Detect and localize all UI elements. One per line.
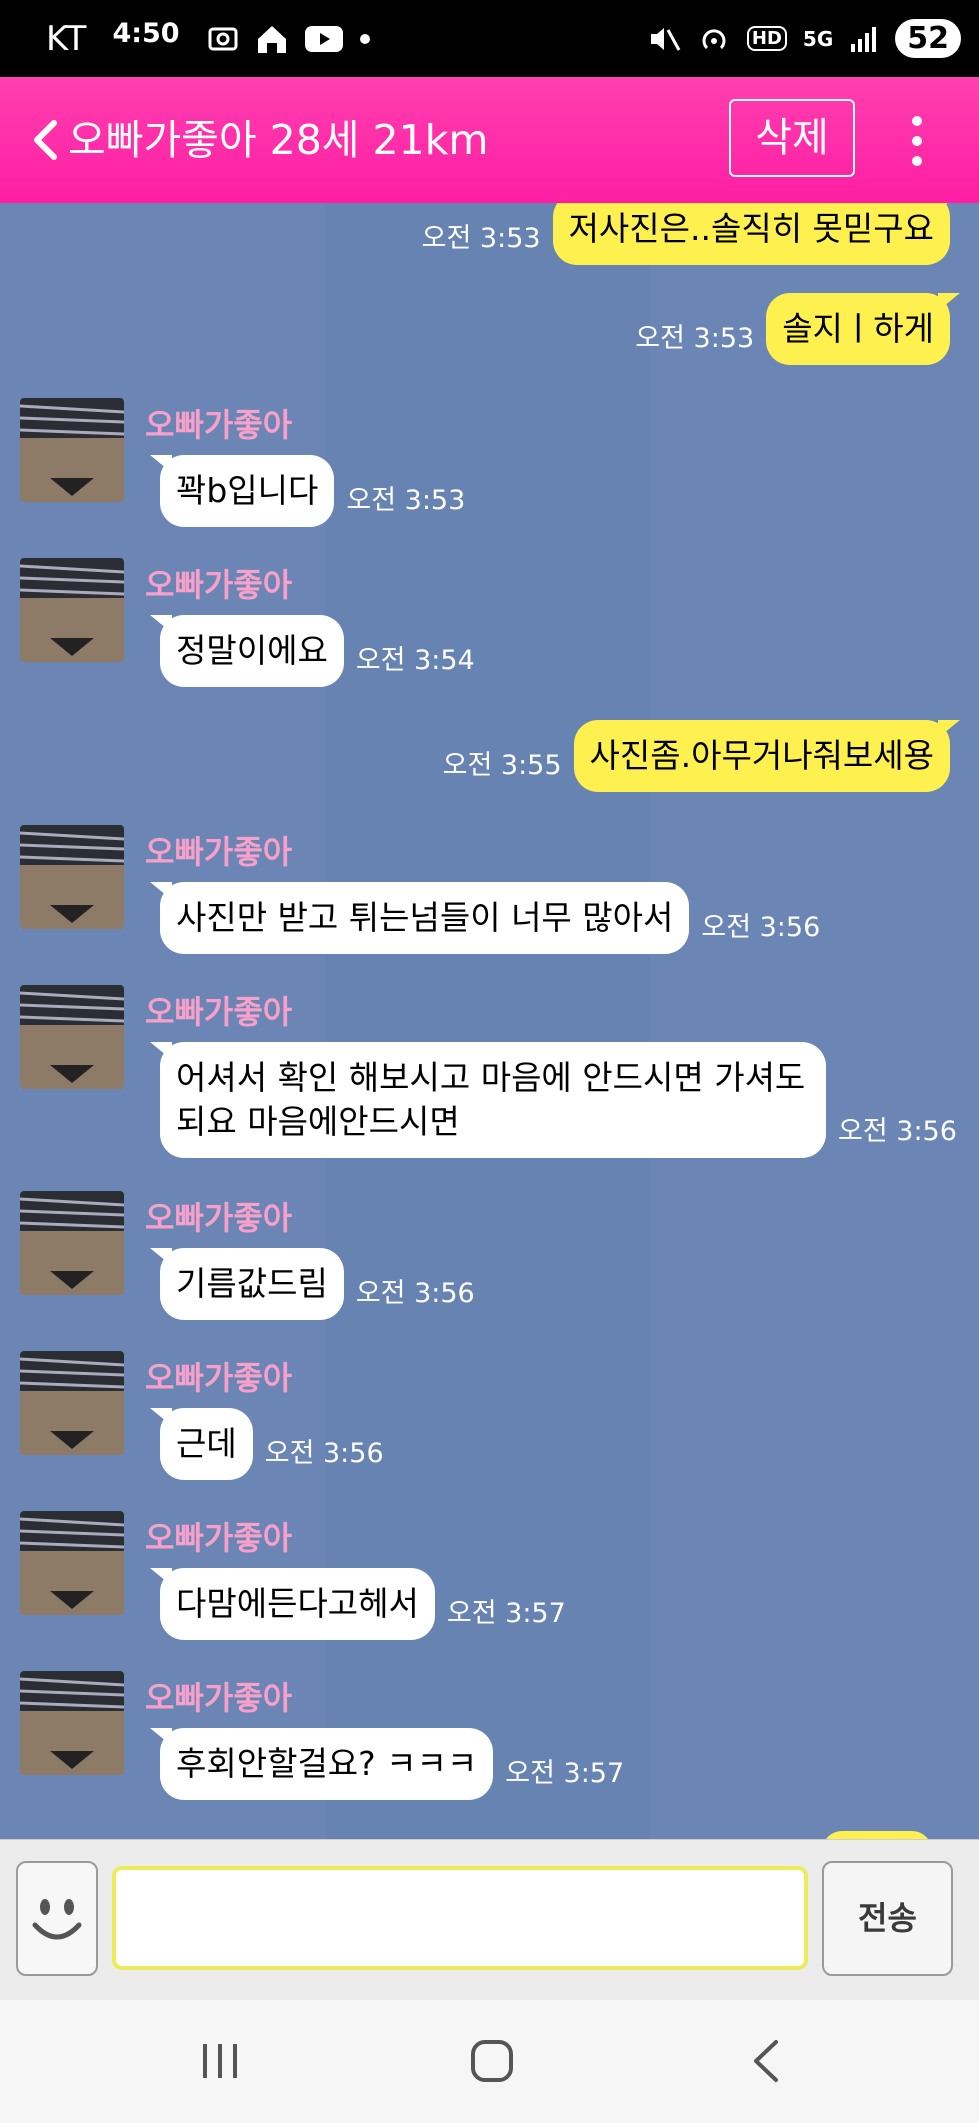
message-row: 꽉b입니다 오전 3:53	[149, 455, 477, 527]
status-time: 4:50	[112, 18, 180, 49]
message-row: 오전 3:53 솔지ㅣ하게	[623, 293, 960, 365]
avatar[interactable]	[20, 985, 124, 1089]
my-message-bubble[interactable]: 솔지ㅣ하게	[766, 293, 960, 365]
their-message-bubble[interactable]: 어셔서 확인 해보시고 마음에 안드시면 가셔도 되요 마음에안드시면	[150, 1042, 826, 1158]
their-message-bubble[interactable]: 꽉b입니다	[149, 455, 335, 527]
more-vertical-icon[interactable]	[902, 109, 932, 173]
my-message-bubble[interactable]: 사진좀.아무거나줘보세용	[573, 720, 961, 792]
message-row: 근데 오전 3:56	[150, 1408, 396, 1480]
battery-icon: 52	[895, 19, 961, 58]
sender-name: 오빠가좋아	[145, 406, 293, 444]
network-label: 5G	[802, 26, 834, 51]
their-message-bubble[interactable]: 후회안할걸요? ㅋㅋㅋ	[149, 1728, 494, 1800]
sender-name: 오빠가좋아	[145, 993, 293, 1031]
recent-apps-icon[interactable]	[195, 2036, 245, 2086]
message-row: 정말이에요 오전 3:54	[150, 615, 487, 687]
avatar[interactable]	[20, 1351, 124, 1455]
5g-icon: 5G	[803, 27, 833, 51]
smiley-icon	[27, 1893, 87, 1953]
delete-button[interactable]: 삭제	[729, 99, 855, 177]
sender-name: 오빠가좋아	[145, 1519, 293, 1557]
back-icon[interactable]	[742, 2036, 792, 2086]
message-input[interactable]	[112, 1866, 808, 1970]
message-time: 오전 3:57	[505, 1758, 625, 1789]
message-time: 오전 3:54	[355, 645, 475, 676]
message-row: 사진만 받고 튀는넘들이 너무 많아서 오전 3:56	[149, 882, 832, 954]
carrier-label: KT	[46, 18, 87, 59]
avatar[interactable]	[20, 1511, 124, 1615]
hd-icon: HD	[746, 26, 787, 51]
battery-level: 52	[907, 21, 949, 56]
avatar[interactable]	[20, 825, 124, 929]
message-row: 기름값드림 오전 3:56	[150, 1248, 487, 1320]
message-time: 오전 3:53	[346, 485, 466, 516]
my-message-bubble[interactable]: 저사진은..솔직히 못믿구요	[552, 203, 961, 265]
avatar[interactable]	[20, 398, 124, 502]
input-bar: 전송	[0, 1839, 979, 2001]
message-time: 오전 3:53	[635, 323, 755, 354]
back-chevron-icon[interactable]	[22, 115, 72, 165]
message-row: 오전 3:55 사진좀.아무거나줘보세용	[431, 720, 961, 792]
message-time: 오전 3:55	[442, 750, 562, 781]
sender-name: 오빠가좋아	[145, 1679, 293, 1717]
their-message-bubble[interactable]: 다맘에든다고헤서	[150, 1568, 435, 1640]
hd-label: HD	[751, 28, 782, 49]
sender-name: 오빠가좋아	[145, 1199, 293, 1237]
sender-name: 오빠가좋아	[145, 833, 293, 871]
my-message-bubble-partial	[822, 1831, 932, 1839]
their-message-bubble[interactable]: 정말이에요	[150, 615, 344, 687]
message-row: 어셔서 확인 해보시고 마음에 안드시면 가셔도 되요 마음에안드시면 오전 3…	[150, 1042, 970, 1158]
navigation-bar	[0, 2000, 979, 2123]
send-button[interactable]: 전송	[822, 1861, 953, 1976]
their-message-bubble[interactable]: 근데	[150, 1408, 253, 1480]
message-time: 오전 3:56	[838, 1116, 957, 1147]
sender-name: 오빠가좋아	[145, 566, 293, 604]
message-time: 오전 3:57	[446, 1598, 566, 1629]
hotspot-icon	[697, 22, 731, 56]
their-message-bubble[interactable]: 기름값드림	[150, 1248, 344, 1320]
message-row: 후회안할걸요? ㅋㅋㅋ 오전 3:57	[149, 1728, 636, 1800]
avatar[interactable]	[20, 1191, 124, 1295]
avatar[interactable]	[20, 558, 124, 662]
message-time: 오전 3:53	[421, 223, 541, 254]
mute-icon	[647, 22, 681, 56]
home-icon	[254, 21, 290, 57]
their-message-bubble[interactable]: 사진만 받고 튀는넘들이 너무 많아서	[149, 882, 690, 954]
message-row: 다맘에든다고헤서 오전 3:57	[150, 1568, 578, 1640]
chat-area[interactable]: 오전 3:53 저사진은..솔직히 못믿구요 오전 3:53 솔지ㅣ하게 오빠가…	[0, 203, 979, 1839]
screenshot-icon	[206, 22, 240, 56]
message-row: 오전 3:53 저사진은..솔직히 못믿구요	[410, 203, 961, 265]
message-time: 오전 3:56	[701, 912, 821, 943]
status-bar: KT 4:50 HD 5G 52	[0, 0, 979, 77]
chat-header: 오빠가좋아 28세 21km 삭제	[0, 77, 979, 203]
avatar[interactable]	[20, 1671, 124, 1775]
emoji-button[interactable]	[16, 1861, 98, 1976]
home-icon[interactable]	[467, 2036, 517, 2086]
sender-name: 오빠가좋아	[145, 1359, 293, 1397]
message-time: 오전 3:56	[264, 1438, 384, 1469]
chat-title: 오빠가좋아 28세 21km	[68, 116, 489, 164]
message-time: 오전 3:56	[355, 1278, 475, 1309]
signal-icon	[849, 24, 879, 54]
dot-icon	[358, 32, 372, 46]
youtube-icon	[304, 24, 344, 54]
